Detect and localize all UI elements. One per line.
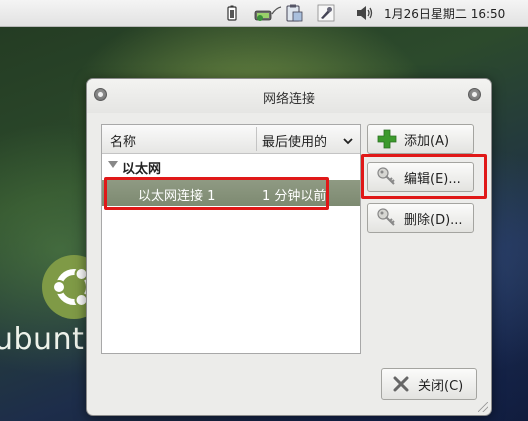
bookmark-icon[interactable]: [316, 4, 336, 22]
column-header-name[interactable]: 名称: [110, 131, 136, 150]
dialog-title: 网络连接: [262, 92, 315, 107]
connection-list[interactable]: 名称 最后使用的 以太网 以太网连接 1 1 分钟以前: [101, 124, 361, 354]
delete-button-label: 删除(D)...: [404, 212, 463, 228]
close-button[interactable]: 关闭(C): [381, 368, 477, 400]
plus-icon: [376, 128, 398, 150]
close-button-label: 关闭(C): [418, 378, 464, 394]
chevron-down-icon[interactable]: [342, 132, 354, 151]
highlight-box-edit: [361, 154, 487, 199]
highlight-box-connection: [104, 177, 329, 210]
network-icon[interactable]: [254, 4, 282, 22]
expander-arrow-icon[interactable]: [108, 161, 118, 168]
network-connections-dialog: 网络连接 名称 最后使用的 以太网 以太网连接 1 1 分钟以前 添加(A) 编…: [86, 78, 492, 416]
battery-icon[interactable]: [226, 4, 238, 22]
delete-button[interactable]: 删除(D)...: [367, 203, 474, 233]
top-panel: 1月26日星期二 16:50: [0, 0, 528, 27]
key-icon: [376, 207, 398, 229]
desktop: 1月26日星期二 16:50 ubuntu 网络连接 名称 最后使用的 以太网 …: [0, 0, 528, 421]
group-ethernet[interactable]: 以太网: [102, 157, 360, 177]
add-button[interactable]: 添加(A): [367, 124, 474, 154]
resize-grip[interactable]: [478, 402, 488, 412]
clock[interactable]: 1月26日星期二 16:50: [384, 5, 505, 22]
volume-icon[interactable]: [355, 4, 375, 22]
column-header-last-used[interactable]: 最后使用的: [262, 131, 327, 150]
clipboard-icon[interactable]: [284, 4, 304, 22]
group-label: 以太网: [122, 162, 162, 177]
column-divider: [256, 127, 257, 151]
titlebar[interactable]: 网络连接: [87, 79, 491, 113]
list-header: 名称 最后使用的: [102, 125, 360, 154]
add-button-label: 添加(A): [404, 133, 450, 149]
close-x-icon: [390, 373, 412, 395]
